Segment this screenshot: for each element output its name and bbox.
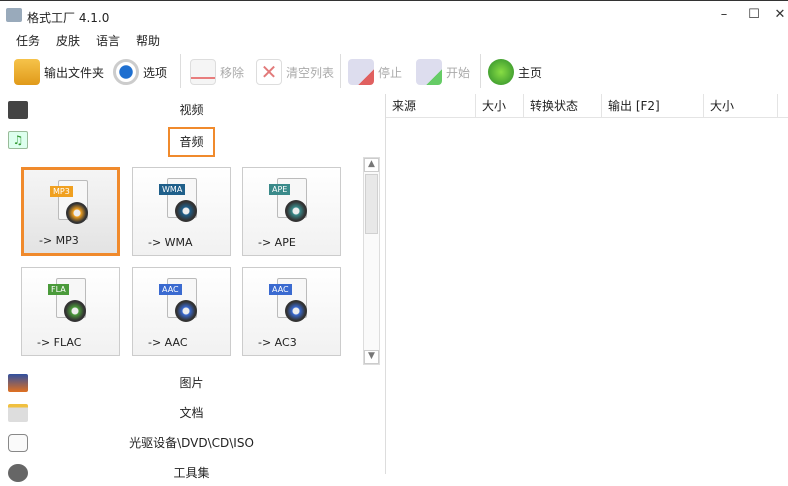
- start-icon: [416, 59, 442, 85]
- column-status[interactable]: 转换状态: [524, 94, 602, 118]
- remove-button[interactable]: 移除: [190, 58, 244, 86]
- menu-language[interactable]: 语言: [96, 30, 120, 52]
- format-label: -> FLAC: [37, 336, 82, 349]
- category-label: 工具集: [173, 466, 210, 480]
- window-title: 格式工厂 4.1.0: [27, 11, 110, 25]
- start-label: 开始: [446, 65, 471, 80]
- gear-icon: [113, 59, 139, 85]
- disc-drive-icon: [8, 434, 28, 452]
- table-header: 来源 大小 转换状态 输出 [F2] 大小: [386, 94, 788, 118]
- format-label: -> AC3: [258, 336, 297, 349]
- category-label: 文档: [179, 406, 204, 420]
- remove-label: 移除: [220, 65, 245, 80]
- scrollbar[interactable]: ▲ ▼: [363, 157, 380, 365]
- music-note-icon: ♫: [8, 131, 28, 149]
- category-label: 音频: [168, 127, 215, 157]
- category-rom[interactable]: 光驱设备\DVD\CD\ISO: [0, 430, 383, 456]
- category-label: 视频: [179, 103, 204, 117]
- audio-icon: [285, 300, 307, 322]
- scroll-down-icon[interactable]: ▼: [364, 350, 379, 364]
- scroll-up-icon[interactable]: ▲: [364, 158, 379, 172]
- toolbar: 输出文件夹 选项 移除 ✕ 清空列表 停止 开始 主页: [0, 52, 788, 92]
- format-badge: APE: [269, 184, 291, 195]
- format-tile-aac-5[interactable]: AAC -> AC3: [242, 267, 341, 356]
- stop-label: 停止: [378, 65, 403, 80]
- category-video[interactable]: 视频: [0, 97, 383, 123]
- column-output-size[interactable]: 大小: [704, 94, 778, 118]
- format-label: -> AAC: [148, 336, 188, 349]
- stop-button[interactable]: 停止: [348, 58, 402, 86]
- close-button[interactable]: ✕: [770, 7, 788, 25]
- clear-list-icon: ✕: [256, 59, 282, 85]
- format-label: -> APE: [258, 236, 296, 249]
- format-label: -> MP3: [39, 234, 79, 247]
- format-tile-aac-4[interactable]: AAC -> AAC: [132, 267, 231, 356]
- menu-bar: 任务 皮肤 语言 帮助: [0, 30, 160, 52]
- home-button[interactable]: 主页: [488, 58, 542, 86]
- title-bar: 格式工厂 4.1.0 – ☐ ✕: [0, 0, 788, 30]
- column-source[interactable]: 来源: [386, 94, 476, 118]
- menu-task[interactable]: 任务: [16, 30, 40, 52]
- format-tile-wma-1[interactable]: WMA -> WMA: [132, 167, 231, 256]
- format-label: -> WMA: [148, 236, 193, 249]
- start-button[interactable]: 开始: [416, 58, 470, 86]
- column-output[interactable]: 输出 [F2]: [602, 94, 704, 118]
- audio-icon: [175, 200, 197, 222]
- clear-list-label: 清空列表: [286, 65, 335, 80]
- audio-icon: [175, 300, 197, 322]
- format-tile-ape-2[interactable]: APE -> APE: [242, 167, 341, 256]
- format-tile-mp3-0[interactable]: MP3 -> MP3: [21, 167, 120, 256]
- clear-list-button[interactable]: ✕ 清空列表: [256, 58, 334, 86]
- document-icon: [8, 404, 28, 422]
- output-folder-button[interactable]: 输出文件夹: [14, 58, 104, 86]
- format-badge: AAC: [159, 284, 182, 295]
- format-tile-fla-3[interactable]: FLA -> FLAC: [21, 267, 120, 356]
- tools-icon: [8, 464, 28, 482]
- category-panel: 视频 ♫ 音频 MP3 -> MP3 WMA -> WMA APE -> APE …: [0, 94, 383, 482]
- globe-search-icon: [488, 59, 514, 85]
- maximize-button[interactable]: ☐: [744, 7, 764, 25]
- remove-file-icon: [190, 59, 216, 85]
- format-badge: AAC: [269, 284, 292, 295]
- options-label: 选项: [143, 65, 168, 80]
- menu-skin[interactable]: 皮肤: [56, 30, 80, 52]
- app-icon: [6, 8, 22, 22]
- format-badge: FLA: [48, 284, 69, 295]
- menu-help[interactable]: 帮助: [136, 30, 160, 52]
- minimize-button[interactable]: –: [714, 7, 734, 25]
- folder-icon: [14, 59, 40, 85]
- audio-icon: [66, 202, 88, 224]
- scroll-thumb[interactable]: [365, 174, 378, 234]
- home-label: 主页: [518, 65, 543, 80]
- stop-icon: [348, 59, 374, 85]
- audio-icon: [64, 300, 86, 322]
- column-size[interactable]: 大小: [476, 94, 524, 118]
- audio-icon: [285, 200, 307, 222]
- category-label: 光驱设备\DVD\CD\ISO: [129, 436, 254, 450]
- format-badge: WMA: [159, 184, 186, 195]
- category-label: 图片: [179, 376, 204, 390]
- category-audio[interactable]: ♫ 音频: [0, 127, 383, 157]
- category-tools[interactable]: 工具集: [0, 460, 383, 486]
- task-list: 来源 大小 转换状态 输出 [F2] 大小: [385, 94, 788, 474]
- picture-icon: [8, 374, 28, 392]
- category-document[interactable]: 文档: [0, 400, 383, 426]
- output-folder-label: 输出文件夹: [44, 65, 105, 80]
- category-image[interactable]: 图片: [0, 370, 383, 396]
- format-badge: MP3: [50, 186, 73, 197]
- video-clapper-icon: [8, 101, 28, 119]
- options-button[interactable]: 选项: [113, 58, 167, 86]
